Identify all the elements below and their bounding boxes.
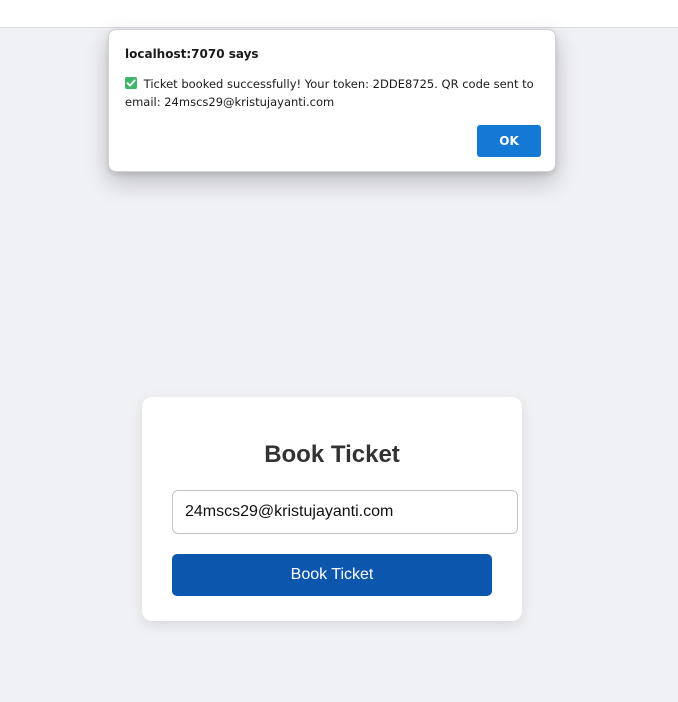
ok-button[interactable]: OK [477, 125, 541, 157]
alert-dialog: localhost:7070 says Ticket booked succes… [108, 29, 556, 172]
booking-card: Book Ticket Book Ticket [142, 397, 522, 621]
check-mark-icon [125, 77, 137, 89]
browser-top-strip [0, 0, 678, 28]
book-ticket-button[interactable]: Book Ticket [172, 554, 492, 596]
email-field[interactable] [172, 490, 518, 534]
dialog-title: localhost:7070 says [125, 47, 259, 61]
dialog-message-text: Ticket booked successfully! Your token: … [125, 77, 534, 109]
dialog-message: Ticket booked successfully! Your token: … [125, 75, 543, 111]
card-title: Book Ticket [264, 441, 400, 468]
